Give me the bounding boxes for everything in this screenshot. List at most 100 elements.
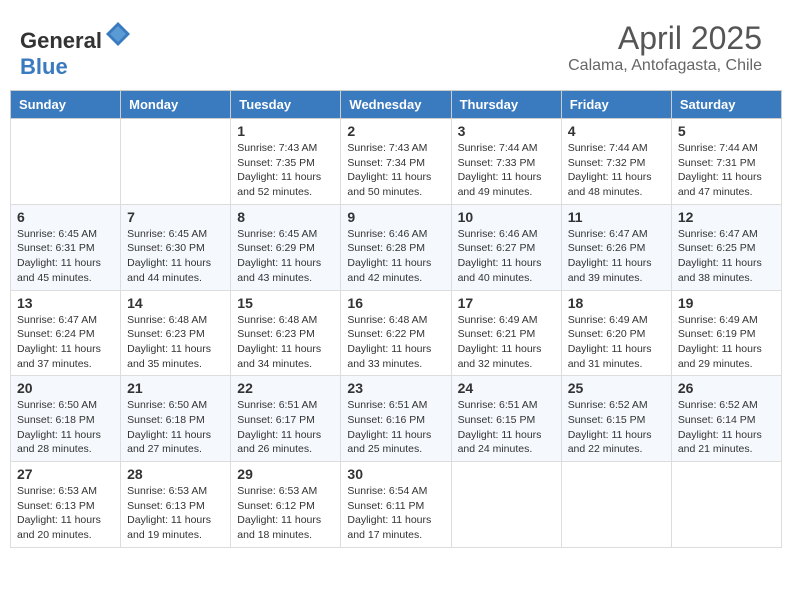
table-row: 20Sunrise: 6:50 AM Sunset: 6:18 PM Dayli…: [11, 376, 121, 462]
col-thursday: Thursday: [451, 91, 561, 119]
day-info: Sunrise: 6:50 AM Sunset: 6:18 PM Dayligh…: [17, 398, 114, 457]
table-row: 17 Sunrise: 6:49 AM Sunset: 6:21 PM Dayli…: [451, 290, 561, 376]
col-sunday: Sunday: [11, 91, 121, 119]
day-number: 18: [568, 295, 665, 311]
day-number: 17: [458, 295, 555, 311]
day-info: Sunrise: 6:49 AM Sunset: 6:20 PM Dayligh…: [568, 313, 665, 372]
table-row: 2 Sunrise: 7:43 AM Sunset: 7:34 PM Daylig…: [341, 119, 451, 205]
calendar-week-row: 13 Sunrise: 6:47 AM Sunset: 6:24 PM Dayli…: [11, 290, 782, 376]
table-row: [121, 119, 231, 205]
day-number: 14: [127, 295, 224, 311]
table-row: [561, 462, 671, 548]
day-info: Sunrise: 7:44 AM Sunset: 7:31 PM Dayligh…: [678, 141, 775, 200]
table-row: 21 Sunrise: 6:50 AM Sunset: 6:18 PM Dayli…: [121, 376, 231, 462]
table-row: 19 Sunrise: 6:49 AM Sunset: 6:19 PM Dayli…: [671, 290, 781, 376]
day-number: 2: [347, 123, 444, 139]
day-number: 19: [678, 295, 775, 311]
table-row: 23 Sunrise: 6:51 AM Sunset: 6:16 PM Dayli…: [341, 376, 451, 462]
table-row: 26Sunrise: 6:52 AM Sunset: 6:14 PM Dayli…: [671, 376, 781, 462]
table-row: 16 Sunrise: 6:48 AM Sunset: 6:22 PM Dayli…: [341, 290, 451, 376]
day-info: Sunrise: 7:43 AM Sunset: 7:35 PM Dayligh…: [237, 141, 334, 200]
title-block: April 2025 Calama, Antofagasta, Chile: [568, 20, 762, 75]
calendar-week-row: 1 Sunrise: 7:43 AM Sunset: 7:35 PM Daylig…: [11, 119, 782, 205]
table-row: 18 Sunrise: 6:49 AM Sunset: 6:20 PM Dayli…: [561, 290, 671, 376]
day-info: Sunrise: 6:48 AM Sunset: 6:23 PM Dayligh…: [237, 313, 334, 372]
day-info: Sunrise: 6:53 AM Sunset: 6:13 PM Dayligh…: [17, 484, 114, 543]
day-number: 28: [127, 466, 224, 482]
day-info: Sunrise: 6:52 AM Sunset: 6:14 PM Dayligh…: [678, 398, 775, 457]
page-header: General Blue April 2025 Calama, Antofaga…: [10, 10, 782, 85]
table-row: 11Sunrise: 6:47 AM Sunset: 6:26 PM Dayli…: [561, 204, 671, 290]
day-info: Sunrise: 6:47 AM Sunset: 6:24 PM Dayligh…: [17, 313, 114, 372]
table-row: [11, 119, 121, 205]
table-row: 8 Sunrise: 6:45 AM Sunset: 6:29 PM Daylig…: [231, 204, 341, 290]
day-info: Sunrise: 6:53 AM Sunset: 6:12 PM Dayligh…: [237, 484, 334, 543]
day-number: 13: [17, 295, 114, 311]
day-number: 16: [347, 295, 444, 311]
day-number: 22: [237, 380, 334, 396]
day-info: Sunrise: 6:47 AM Sunset: 6:25 PM Dayligh…: [678, 227, 775, 286]
day-number: 23: [347, 380, 444, 396]
day-number: 10: [458, 209, 555, 225]
logo-general: General: [20, 28, 102, 53]
table-row: 7 Sunrise: 6:45 AM Sunset: 6:30 PM Daylig…: [121, 204, 231, 290]
table-row: 9 Sunrise: 6:46 AM Sunset: 6:28 PM Daylig…: [341, 204, 451, 290]
table-row: 22Sunrise: 6:51 AM Sunset: 6:17 PM Dayli…: [231, 376, 341, 462]
day-info: Sunrise: 7:44 AM Sunset: 7:32 PM Dayligh…: [568, 141, 665, 200]
day-info: Sunrise: 6:54 AM Sunset: 6:11 PM Dayligh…: [347, 484, 444, 543]
day-info: Sunrise: 6:45 AM Sunset: 6:30 PM Dayligh…: [127, 227, 224, 286]
day-info: Sunrise: 6:50 AM Sunset: 6:18 PM Dayligh…: [127, 398, 224, 457]
table-row: 1 Sunrise: 7:43 AM Sunset: 7:35 PM Daylig…: [231, 119, 341, 205]
table-row: 3Sunrise: 7:44 AM Sunset: 7:33 PM Daylig…: [451, 119, 561, 205]
calendar-header-row: Sunday Monday Tuesday Wednesday Thursday…: [11, 91, 782, 119]
calendar-location: Calama, Antofagasta, Chile: [568, 57, 762, 75]
calendar-table: Sunday Monday Tuesday Wednesday Thursday…: [10, 90, 782, 548]
day-info: Sunrise: 6:51 AM Sunset: 6:15 PM Dayligh…: [458, 398, 555, 457]
day-number: 1: [237, 123, 334, 139]
col-saturday: Saturday: [671, 91, 781, 119]
table-row: 27 Sunrise: 6:53 AM Sunset: 6:13 PM Dayli…: [11, 462, 121, 548]
calendar-title: April 2025: [568, 20, 762, 57]
day-number: 27: [17, 466, 114, 482]
day-number: 7: [127, 209, 224, 225]
day-number: 21: [127, 380, 224, 396]
table-row: 10 Sunrise: 6:46 AM Sunset: 6:27 PM Dayli…: [451, 204, 561, 290]
day-info: Sunrise: 6:49 AM Sunset: 6:21 PM Dayligh…: [458, 313, 555, 372]
logo-blue: Blue: [20, 54, 68, 79]
table-row: [451, 462, 561, 548]
day-info: Sunrise: 6:45 AM Sunset: 6:31 PM Dayligh…: [17, 227, 114, 286]
table-row: [671, 462, 781, 548]
day-info: Sunrise: 6:47 AM Sunset: 6:26 PM Dayligh…: [568, 227, 665, 286]
table-row: 6 Sunrise: 6:45 AM Sunset: 6:31 PM Daylig…: [11, 204, 121, 290]
day-number: 9: [347, 209, 444, 225]
day-number: 15: [237, 295, 334, 311]
day-number: 6: [17, 209, 114, 225]
day-info: Sunrise: 6:51 AM Sunset: 6:16 PM Dayligh…: [347, 398, 444, 457]
day-info: Sunrise: 7:43 AM Sunset: 7:34 PM Dayligh…: [347, 141, 444, 200]
day-number: 29: [237, 466, 334, 482]
table-row: 28Sunrise: 6:53 AM Sunset: 6:13 PM Dayli…: [121, 462, 231, 548]
logo-icon: [104, 20, 132, 48]
table-row: 29 Sunrise: 6:53 AM Sunset: 6:12 PM Dayli…: [231, 462, 341, 548]
logo: General Blue: [20, 20, 132, 80]
day-info: Sunrise: 6:45 AM Sunset: 6:29 PM Dayligh…: [237, 227, 334, 286]
col-friday: Friday: [561, 91, 671, 119]
table-row: 30Sunrise: 6:54 AM Sunset: 6:11 PM Dayli…: [341, 462, 451, 548]
day-info: Sunrise: 6:48 AM Sunset: 6:23 PM Dayligh…: [127, 313, 224, 372]
col-tuesday: Tuesday: [231, 91, 341, 119]
day-number: 8: [237, 209, 334, 225]
day-info: Sunrise: 6:48 AM Sunset: 6:22 PM Dayligh…: [347, 313, 444, 372]
day-number: 5: [678, 123, 775, 139]
day-number: 12: [678, 209, 775, 225]
day-number: 24: [458, 380, 555, 396]
col-wednesday: Wednesday: [341, 91, 451, 119]
day-number: 25: [568, 380, 665, 396]
day-info: Sunrise: 6:46 AM Sunset: 6:27 PM Dayligh…: [458, 227, 555, 286]
calendar-week-row: 27 Sunrise: 6:53 AM Sunset: 6:13 PM Dayli…: [11, 462, 782, 548]
day-info: Sunrise: 6:46 AM Sunset: 6:28 PM Dayligh…: [347, 227, 444, 286]
table-row: 24 Sunrise: 6:51 AM Sunset: 6:15 PM Dayli…: [451, 376, 561, 462]
day-info: Sunrise: 6:52 AM Sunset: 6:15 PM Dayligh…: [568, 398, 665, 457]
table-row: 12 Sunrise: 6:47 AM Sunset: 6:25 PM Dayli…: [671, 204, 781, 290]
table-row: 4Sunrise: 7:44 AM Sunset: 7:32 PM Daylig…: [561, 119, 671, 205]
day-info: Sunrise: 6:49 AM Sunset: 6:19 PM Dayligh…: [678, 313, 775, 372]
